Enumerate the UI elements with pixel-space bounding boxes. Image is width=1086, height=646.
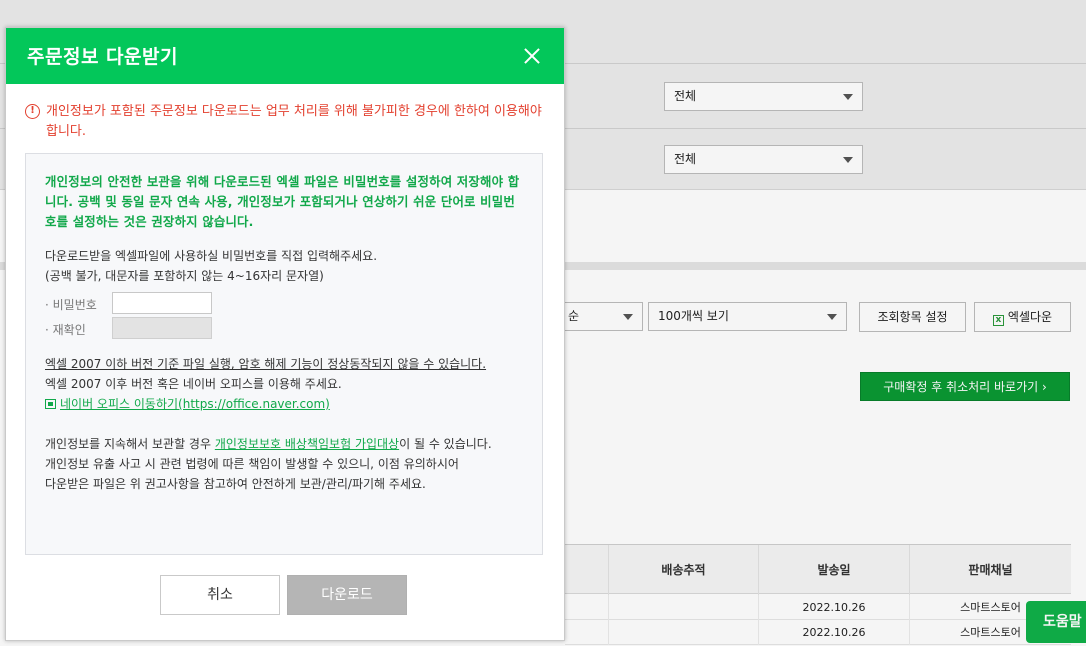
password-label: · 비밀번호 <box>45 298 97 312</box>
responsibility-notice-2: 다운받은 파일은 위 권고사항을 참고하여 안전하게 보관/관리/파기해 주세요… <box>45 477 426 491</box>
office-icon <box>45 399 56 409</box>
insurance-notice-suffix: 이 될 수 있습니다. <box>399 437 492 451</box>
excel-recommendation: 엑셀 2007 이후 버전 혹은 네이버 오피스를 이용해 주세요. <box>45 377 342 391</box>
naver-office-link[interactable]: 네이버 오피스 이동하기(https://office.naver.com) <box>60 397 330 411</box>
modal-title: 주문정보 다운받기 <box>27 46 178 68</box>
insurance-notice-prefix: 개인정보를 지속해서 보관할 경우 <box>45 437 215 451</box>
security-notice: 개인정보의 안전한 보관을 위해 다운로드된 엑셀 파일은 비밀번호를 설정하여… <box>45 174 520 229</box>
office-link-row: 네이버 오피스 이동하기(https://office.naver.com) <box>45 394 523 414</box>
warning-icon: ! <box>25 104 40 119</box>
modal-header: 주문정보 다운받기 <box>6 28 564 84</box>
warning-text: 개인정보가 포함된 주문정보 다운로드는 업무 처리를 위해 불가피한 경우에 … <box>46 104 542 139</box>
password-row: · 비밀번호 <box>45 292 523 317</box>
order-download-modal: 주문정보 다운받기 ! 개인정보가 포함된 주문정보 다운로드는 업무 처리를 … <box>5 27 565 641</box>
cancel-button[interactable]: 취소 <box>160 575 280 615</box>
excel-version-warning: 엑셀 2007 이하 버전 기준 파일 실행, 암호 해제 기능이 정상동작되지… <box>45 357 487 371</box>
password-input[interactable] <box>112 292 212 314</box>
password-confirm-label: · 재확인 <box>45 323 86 337</box>
password-rule: (공백 불가, 대문자를 포함하지 않는 4~16자리 문자열) <box>45 269 324 283</box>
download-button[interactable]: 다운로드 <box>287 575 407 615</box>
password-instruction: 다운로드받을 엑셀파일에 사용하실 비밀번호를 직접 입력해주세요. <box>45 249 378 263</box>
password-confirm-input[interactable] <box>112 317 212 339</box>
insurance-notice: 개인정보를 지속해서 보관할 경우 개인정보보호 배상책임보험 가입대상이 될 … <box>45 434 523 454</box>
password-confirm-row: · 재확인 <box>45 317 523 342</box>
password-info-box: 개인정보의 안전한 보관을 위해 다운로드된 엑셀 파일은 비밀번호를 설정하여… <box>25 153 543 555</box>
responsibility-notice-1: 개인정보 유출 사고 시 관련 법령에 따른 책임이 발생할 수 있으니, 이점… <box>45 457 459 471</box>
privacy-warning: ! 개인정보가 포함된 주문정보 다운로드는 업무 처리를 위해 불가피한 경우… <box>25 102 545 142</box>
insurance-link[interactable]: 개인정보보호 배상책임보험 가입대상 <box>215 437 399 451</box>
close-icon[interactable] <box>518 42 546 70</box>
